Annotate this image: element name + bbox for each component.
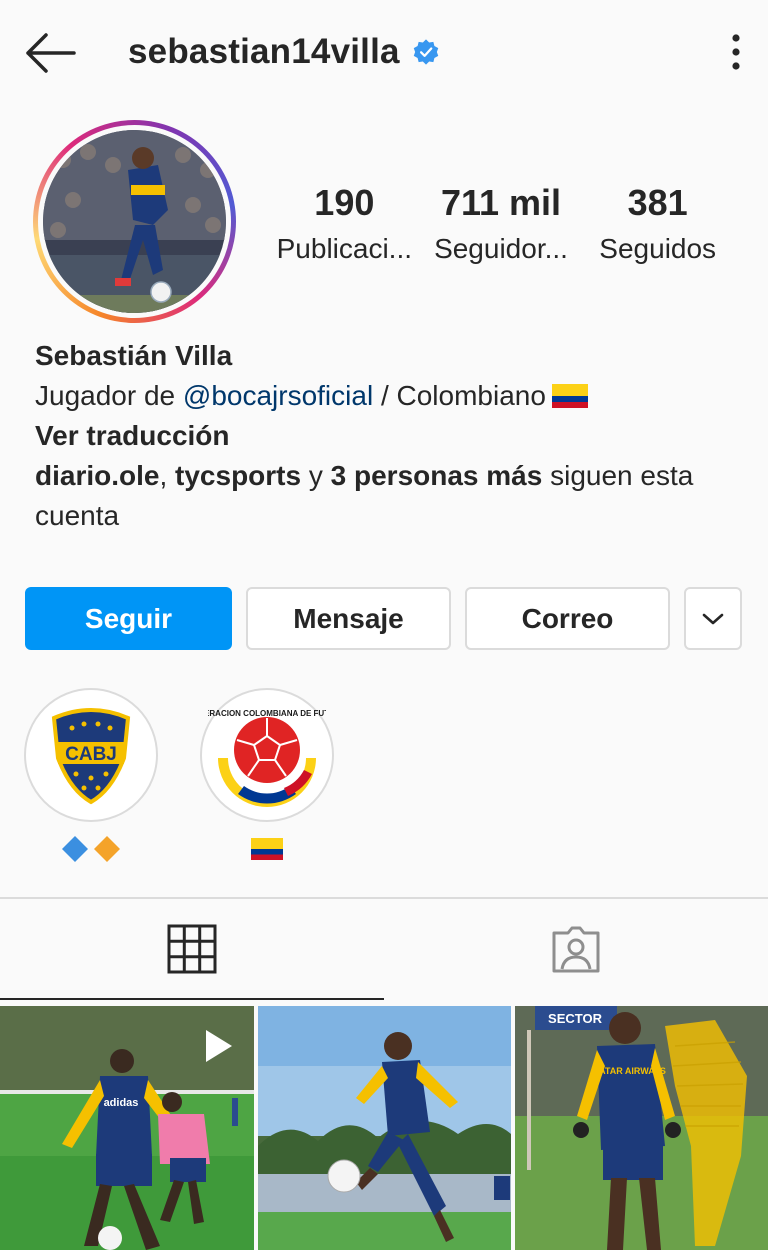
highlight-label	[200, 832, 334, 866]
crest-text: CABJ	[65, 744, 117, 765]
tabs-divider	[0, 897, 768, 899]
colombia-flag-icon	[251, 838, 283, 860]
highlight-boca[interactable]: CABJ	[24, 688, 158, 866]
profile-actions: Seguir Mensaje Correo	[25, 587, 742, 650]
username-row: sebastian14villa	[128, 32, 440, 72]
stat-following[interactable]: 381 Seguidos	[579, 180, 736, 272]
verified-badge-icon	[413, 39, 438, 65]
tab-tagged[interactable]	[384, 900, 768, 1000]
stat-following-label: Seguidos	[599, 233, 717, 264]
post-thumbnail[interactable]: adidas	[0, 1006, 254, 1250]
story-highlights: CABJ FEDERACI	[24, 688, 346, 866]
stat-posts-count: 190	[314, 182, 375, 223]
crest-text: FEDERACION COLOMBIANA DE FUTBOL	[208, 709, 326, 718]
more-vertical-icon	[732, 34, 740, 70]
grid-icon	[167, 924, 217, 974]
follower-name-2: tycsports	[175, 460, 302, 491]
posts-grid: adidas SECTOR QATAR AIRWAYS	[0, 1006, 768, 1250]
highlight-colombia[interactable]: FEDERACION COLOMBIANA DE FUTBOL	[188, 688, 346, 866]
post-thumbnail[interactable]	[258, 1006, 511, 1250]
followed-by-text[interactable]: diario.ole, tycsports y 3 personas más s…	[35, 456, 735, 536]
suggested-accounts-button[interactable]	[684, 587, 742, 650]
email-button[interactable]: Correo	[465, 587, 670, 650]
highlight-cover: FEDERACION COLOMBIANA DE FUTBOL	[188, 688, 346, 822]
post-thumbnail[interactable]: SECTOR QATAR AIRWAYS	[515, 1006, 768, 1250]
username: sebastian14villa	[128, 32, 400, 71]
stat-following-count: 381	[627, 182, 688, 223]
stat-posts[interactable]: 190 Publicaci...	[266, 180, 423, 272]
post-image: adidas	[0, 1006, 254, 1250]
stat-followers-count: 711 mil	[440, 182, 562, 223]
blue-diamond-icon	[62, 836, 88, 862]
back-button[interactable]	[22, 30, 78, 76]
stat-posts-label: Publicaci...	[276, 233, 413, 264]
profile-full-name: Sebastián Villa	[35, 340, 233, 371]
jersey-text: adidas	[104, 1097, 139, 1109]
message-button[interactable]: Mensaje	[246, 587, 451, 650]
separator: y	[301, 460, 331, 491]
orange-diamond-icon	[94, 836, 120, 862]
post-image	[258, 1006, 511, 1250]
follower-name-1: diario.ole	[35, 460, 160, 491]
stat-followers[interactable]: 711 mil Seguidor...	[423, 180, 580, 272]
mention-link[interactable]: @bocajrsoficial	[183, 380, 373, 411]
tagged-person-icon	[552, 926, 600, 973]
fcf-crest-icon: FEDERACION COLOMBIANA DE FUTBOL	[188, 696, 346, 814]
highlight-label	[24, 832, 158, 866]
separator: ,	[159, 460, 176, 491]
bio-line: Jugador de @bocajrsoficial / Colombiano	[35, 376, 735, 416]
arrow-left-icon	[26, 33, 76, 73]
boca-crest-icon: CABJ	[32, 696, 150, 814]
sign-text: SECTOR	[548, 1011, 603, 1026]
profile-stats: 190 Publicaci... 711 mil Seguidor... 381…	[266, 180, 736, 272]
chevron-down-icon	[702, 613, 724, 624]
more-options-button[interactable]	[726, 32, 746, 72]
see-translation-link[interactable]: Ver traducción	[35, 416, 735, 456]
profile-avatar-story-ring[interactable]	[33, 120, 236, 323]
stat-followers-label: Seguidor...	[434, 233, 568, 264]
tab-posts-grid[interactable]	[0, 900, 384, 1000]
highlight-cover: CABJ	[24, 688, 158, 822]
follow-button[interactable]: Seguir	[25, 587, 232, 650]
avatar	[43, 130, 226, 313]
profile-header: sebastian14villa	[0, 0, 768, 108]
bio-text-suffix: / Colombiano	[373, 380, 546, 411]
profile-bio: Sebastián Villa Jugador de @bocajrsofici…	[35, 336, 735, 536]
bio-text-prefix: Jugador de	[35, 380, 183, 411]
post-image: SECTOR QATAR AIRWAYS	[515, 1006, 768, 1250]
colombia-flag-icon	[551, 384, 588, 408]
followers-more: 3 personas más	[330, 460, 543, 491]
